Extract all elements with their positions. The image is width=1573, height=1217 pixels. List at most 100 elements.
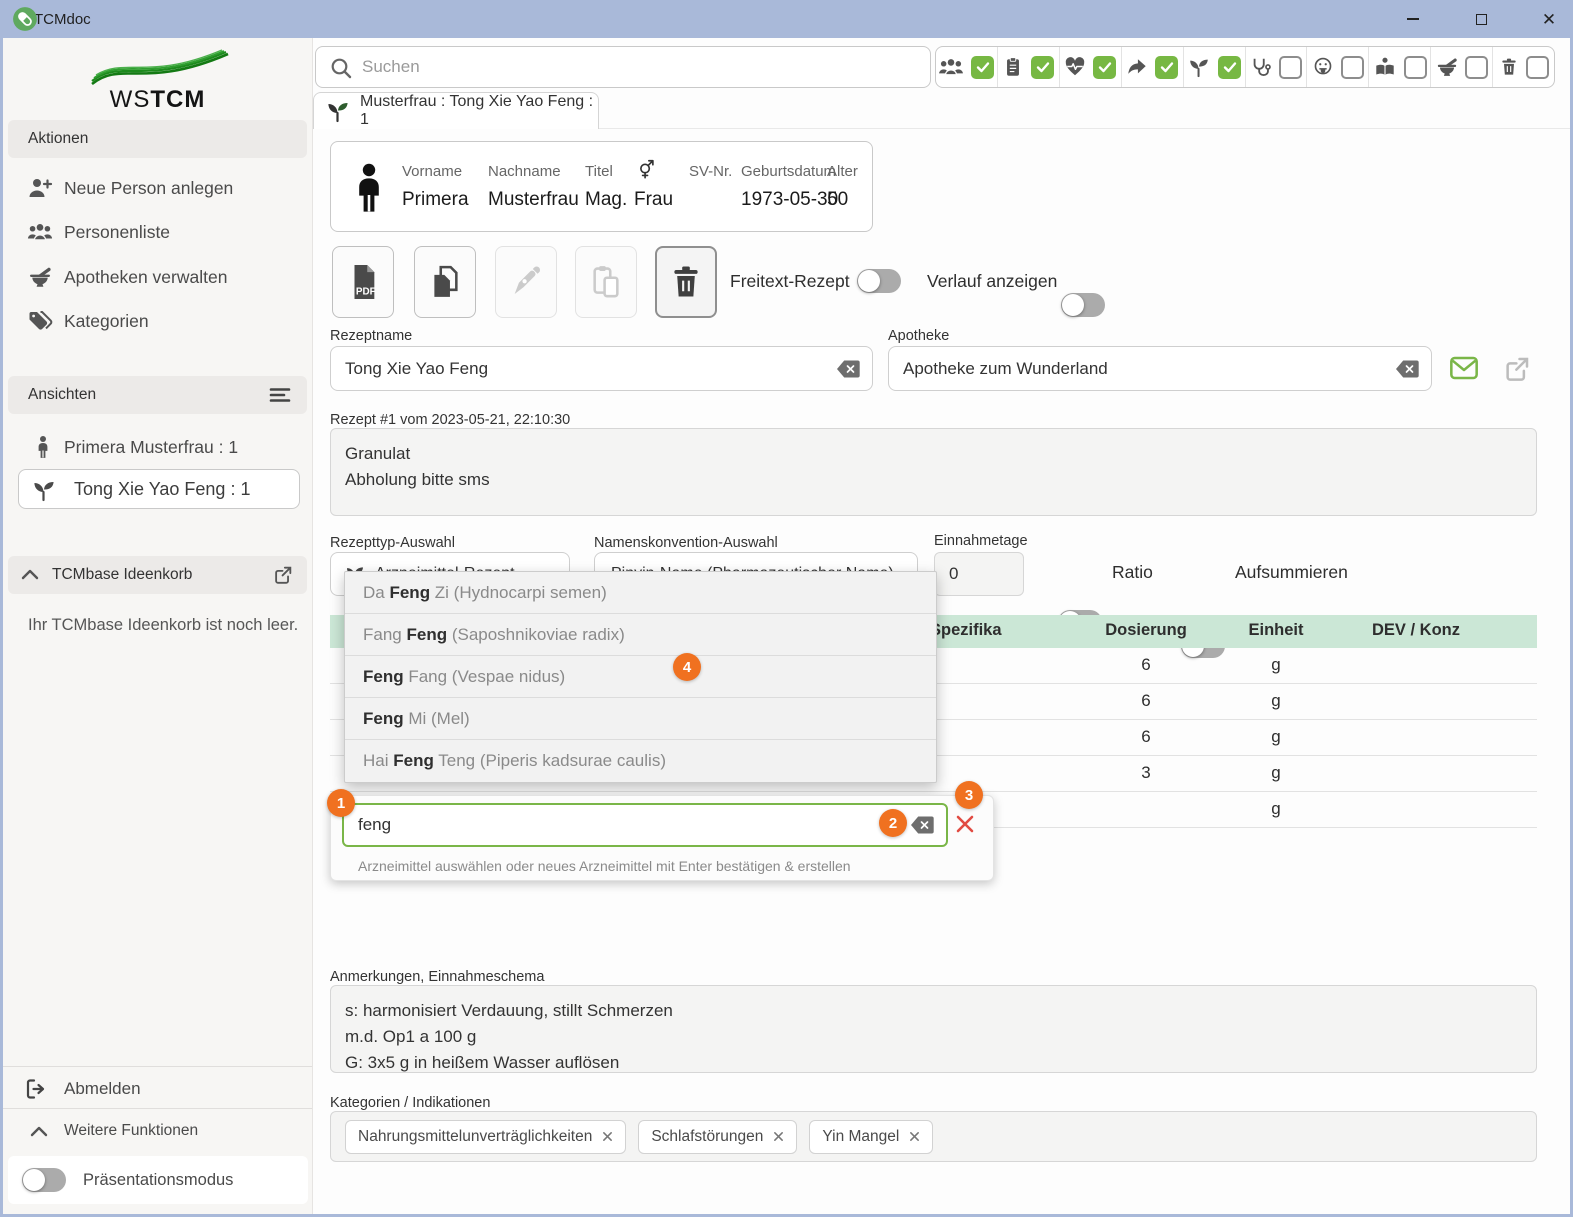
chevron-up-icon[interactable] [20,567,40,581]
clear-input-icon[interactable] [835,359,861,379]
remove-chip-icon[interactable] [602,1131,613,1142]
cell-einheit: g [1226,763,1326,783]
einnahmetage-field [934,552,1024,596]
clear-input-icon[interactable] [909,815,935,835]
herb-search-input[interactable] [344,805,946,845]
paste-button[interactable] [575,246,637,318]
ansichten-title: Ansichten [28,386,96,404]
chip-label: Yin Mangel [822,1128,899,1146]
cell-einheit: g [1226,799,1326,819]
filter-toolbar [935,46,1555,88]
search-input[interactable] [360,47,910,87]
sidebar-item-abmelden[interactable]: Abmelden [3,1069,312,1109]
external-link-icon[interactable] [272,564,294,586]
kategorie-chip[interactable]: Yin Mangel [809,1120,933,1154]
checkbox-checked[interactable] [971,56,994,79]
clear-input-icon[interactable] [1394,359,1420,379]
suggestion-text: Fang (Vespae nidus) [404,667,566,687]
delete-recipe-button[interactable] [655,246,717,318]
filter-anamnese[interactable] [1369,47,1431,87]
tab-label: Musterfrau : Tong Xie Yao Feng : 1 [360,93,598,129]
anmerkungen-textarea[interactable]: s: harmonisiert Verdauung, stillt Schmer… [330,985,1537,1073]
sidebar-item-label: Kategorien [64,311,149,332]
field-label: SV-Nr. [689,158,732,180]
stethoscope-icon [1250,56,1272,78]
clipboard-icon [1002,56,1024,78]
filter-rezepte[interactable] [998,47,1060,87]
filter-teilen[interactable] [1122,47,1184,87]
field-value: Mag. [585,189,627,211]
filter-apotheke[interactable] [1431,47,1493,87]
paste-icon [589,263,623,301]
apotheke-input[interactable] [889,347,1431,390]
rezeptname-input[interactable] [331,347,872,390]
freitext-rezept-label: Freitext-Rezept [730,271,850,292]
window-title: TCMdoc [34,11,91,28]
checkbox-unchecked[interactable] [1526,56,1549,79]
edit-recipe-button[interactable] [495,246,557,318]
sidebar-item-label: Weitere Funktionen [64,1122,198,1140]
checkbox-unchecked[interactable] [1404,56,1427,79]
people-group-icon [27,220,53,244]
bars-staggered-icon[interactable] [269,386,291,404]
tab-recipe[interactable]: Musterfrau : Tong Xie Yao Feng : 1 [313,92,599,129]
suggestion-item[interactable]: Fang Feng (Saposhnikoviae radix) [345,614,936,656]
herb-search-panel: Arzneimittel auswählen oder neues Arznei… [330,795,994,881]
close-button[interactable]: ✕ [1535,5,1563,33]
filter-diagnosen[interactable] [1246,47,1308,87]
checkbox-unchecked[interactable] [1279,56,1302,79]
external-link-icon[interactable] [1502,354,1532,384]
filter-zunge[interactable] [1307,47,1369,87]
patient-field: Geburtsdatum 1973-05-30 [741,158,838,211]
sidebar-view-person[interactable]: Primera Musterfrau : 1 [3,428,312,466]
copy-recipe-button[interactable] [414,246,476,318]
sidebar-item-kategorien[interactable]: Kategorien [3,299,312,343]
envelope-icon[interactable] [1448,352,1480,384]
filter-befunde[interactable] [1060,47,1122,87]
checkbox-unchecked[interactable] [1341,56,1364,79]
cell-dosierung: 6 [1076,727,1216,747]
checkbox-unchecked[interactable] [1465,56,1488,79]
remove-chip-icon[interactable] [909,1131,920,1142]
suggestion-item[interactable]: Da Feng Zi (Hydnocarpi semen) [345,572,936,614]
trash-icon [669,264,703,300]
sidebar-item-neue-person[interactable]: Neue Person anlegen [3,166,312,210]
praesentationsmodus-toggle[interactable] [22,1168,66,1192]
minimize-button[interactable] [1399,5,1427,33]
praesentationsmodus-label: Präsentationsmodus [83,1171,233,1190]
kategorie-chip[interactable]: Nahrungsmittelunverträglichkeiten [345,1120,626,1154]
sidebar-item-weitere-funktionen[interactable]: Weitere Funktionen [3,1111,312,1151]
suggestion-item[interactable]: Feng Mi (Mel) [345,698,936,740]
checkbox-checked[interactable] [1093,56,1116,79]
patient-field: SV-Nr. [689,158,732,189]
sidebar-item-apotheken[interactable]: Apotheken verwalten [3,255,312,299]
verlauf-anzeigen-toggle[interactable] [1061,293,1105,317]
checkbox-checked[interactable] [1155,56,1178,79]
sidebar-view-recipe-selected[interactable]: Tong Xie Yao Feng : 1 [18,469,300,509]
suggestion-item[interactable]: Hai Feng Teng (Piperis kadsurae caulis) [345,740,936,782]
field-value: 1973-05-30 [741,189,838,211]
remove-chip-icon[interactable] [773,1131,784,1142]
checkbox-checked[interactable] [1218,56,1241,79]
tab-strip-line [599,128,1570,129]
filter-arzneimittel[interactable] [1184,47,1246,87]
suggestion-match: Feng [389,583,430,603]
filter-geloeschte[interactable] [1493,47,1554,87]
einnahmetage-input[interactable] [935,553,1023,595]
checkbox-checked[interactable] [1031,56,1054,79]
rezept-info-textarea[interactable]: Granulat Abholung bitte sms [330,428,1537,516]
suggestion-match: Feng [363,709,404,729]
kategorie-chip[interactable]: Schlafstörungen [638,1120,797,1154]
sidebar-item-personenliste[interactable]: Personenliste [3,210,312,254]
rezeptname-label: Rezeptname [330,328,412,344]
freitext-rezept-toggle[interactable] [857,269,901,293]
heart-pulse-icon [1064,56,1086,78]
filter-personen[interactable] [936,47,998,87]
suggestion-text: Teng (Piperis kadsurae caulis) [434,751,666,771]
suggestion-text: Mi (Mel) [404,709,470,729]
pdf-export-button[interactable]: PDF [332,246,394,318]
chip-label: Nahrungsmittelunverträglichkeiten [358,1128,592,1146]
maximize-button[interactable] [1467,5,1495,33]
suggestion-item[interactable]: Feng Fang (Vespae nidus) [345,656,936,698]
remove-row-icon[interactable] [953,812,977,836]
